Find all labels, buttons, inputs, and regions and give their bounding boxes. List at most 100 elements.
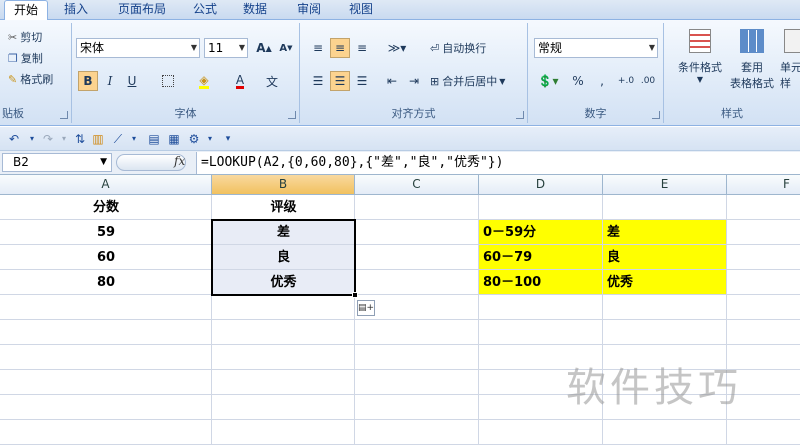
font-name-select[interactable]: 宋体 ▼ <box>76 38 200 58</box>
tab-review[interactable]: 审阅 <box>288 0 330 20</box>
chevron-down-icon[interactable]: ▾ <box>202 131 218 147</box>
tab-view[interactable]: 视图 <box>340 0 382 20</box>
worksheet-grid[interactable]: A B C D E F 分数 评级 59 差 0－59分 差 60 良 60－7… <box>0 175 800 445</box>
fill-color-button[interactable]: ◈ <box>194 71 214 91</box>
cell-d3[interactable]: 60－79 <box>479 245 603 270</box>
form-icon[interactable]: ▤ <box>146 131 162 147</box>
fill-handle[interactable] <box>352 292 358 298</box>
tab-home[interactable]: 开始 <box>4 0 48 21</box>
insert-function-button[interactable]: fx <box>174 154 185 168</box>
cell-e4[interactable]: 优秀 <box>603 270 727 295</box>
align-right-button[interactable]: ☰ <box>352 71 372 91</box>
cell-styles-label-1: 单元 <box>780 61 800 74</box>
accounting-button[interactable]: 💲▾ <box>534 71 562 91</box>
undo-icon[interactable]: ↶ <box>6 131 22 147</box>
column-header-c[interactable]: C <box>355 175 479 195</box>
gridline <box>0 319 800 320</box>
merge-center-button[interactable]: ⊞ 合并后居中 ▼ <box>430 73 505 89</box>
underline-button[interactable]: U <box>122 71 142 91</box>
format-painter-button[interactable]: ✎ 格式刷 <box>8 71 53 87</box>
merge-center-label: 合并后居中 <box>442 75 498 88</box>
tab-page-layout[interactable]: 页面布局 <box>108 0 176 20</box>
cell-e2[interactable]: 差 <box>603 220 727 245</box>
column-header-a[interactable]: A <box>0 175 212 195</box>
decrease-decimal-button[interactable]: .00 <box>638 71 658 91</box>
chevron-down-icon: ▼ <box>499 76 506 86</box>
column-header-f[interactable]: F <box>727 175 800 195</box>
auto-fill-options-icon[interactable]: ▤+ <box>357 300 375 316</box>
font-group: 宋体 ▼ 11 ▼ A ▲ A ▼ B I U ◈ A 文 字体 <box>72 23 300 123</box>
cell-styles-button[interactable]: 单元 样 <box>780 29 800 99</box>
cell-styles-label-2: 样 <box>780 77 791 90</box>
font-color-button[interactable]: A <box>230 71 250 91</box>
increase-indent-button[interactable]: ⇥ <box>404 71 424 91</box>
underline-icon: U <box>127 74 137 88</box>
alignment-launcher-icon[interactable] <box>516 111 524 119</box>
column-header-b[interactable]: B <box>212 175 355 195</box>
align-bottom-button[interactable]: ≡ <box>352 38 372 58</box>
cell-a1[interactable]: 分数 <box>0 195 212 220</box>
print-preview-icon[interactable]: ▦ <box>166 131 182 147</box>
settings-icon[interactable]: ⚙ <box>186 131 202 147</box>
line-chart-icon[interactable]: ⟋ <box>110 131 126 147</box>
font-launcher-icon[interactable] <box>288 111 296 119</box>
chart-icon[interactable]: ▥ <box>90 131 106 147</box>
align-top-button[interactable]: ≡ <box>308 38 328 58</box>
cell-e3[interactable]: 良 <box>603 245 727 270</box>
bold-button[interactable]: B <box>78 71 98 91</box>
cell-b1[interactable]: 评级 <box>212 195 355 220</box>
percent-button[interactable]: % <box>568 71 588 91</box>
chevron-down-icon[interactable]: ▾ <box>56 131 72 147</box>
increase-indent-icon: ⇥ <box>408 74 420 88</box>
conditional-format-button[interactable]: 条件格式 ▼ <box>670 29 730 99</box>
border-button[interactable] <box>158 71 178 91</box>
cell-a3[interactable]: 60 <box>0 245 212 270</box>
number-launcher-icon[interactable] <box>652 111 660 119</box>
customize-toolbar-icon[interactable]: ▾ <box>220 131 236 147</box>
cell-a2[interactable]: 59 <box>0 220 212 245</box>
wrap-text-button[interactable]: ⏎ 自动换行 <box>430 40 486 56</box>
scissors-icon: ✂ <box>8 30 18 44</box>
formula-input[interactable]: =LOOKUP(A2,{0,60,80},{"差","良","优秀"}) <box>196 152 800 174</box>
phonetic-icon: 文 <box>265 74 278 89</box>
chevron-down-icon[interactable]: ▾ <box>24 131 40 147</box>
tab-data[interactable]: 数据 <box>234 0 276 20</box>
fx-icon: fx <box>174 154 186 168</box>
phonetic-button[interactable]: 文 <box>262 71 282 91</box>
format-as-table-button[interactable]: 套用 表格格式 <box>724 29 780 99</box>
chevron-down-icon: ▼ <box>190 43 197 52</box>
decrease-indent-button[interactable]: ⇤ <box>382 71 402 91</box>
column-header-d[interactable]: D <box>479 175 603 195</box>
column-header-e[interactable]: E <box>603 175 727 195</box>
tab-insert[interactable]: 插入 <box>52 0 100 20</box>
orientation-button[interactable]: ≫▾ <box>382 38 412 58</box>
align-bottom-icon: ≡ <box>356 41 368 55</box>
number-format-select[interactable]: 常规 ▼ <box>534 38 658 58</box>
cell-d2[interactable]: 0－59分 <box>479 220 603 245</box>
sort-icon[interactable]: ⇅ <box>72 131 88 147</box>
align-center-button[interactable]: ☰ <box>330 71 350 91</box>
clipboard-launcher-icon[interactable] <box>60 111 68 119</box>
cut-button[interactable]: ✂ 剪切 <box>8 29 42 45</box>
cell-a4[interactable]: 80 <box>0 270 212 295</box>
font-group-label: 字体 <box>174 107 197 120</box>
comma-button[interactable]: , <box>592 71 612 91</box>
align-left-button[interactable]: ☰ <box>308 71 328 91</box>
grow-font-button[interactable]: A ▲ <box>254 38 274 58</box>
increase-decimal-button[interactable]: +.0 <box>616 71 636 91</box>
redo-icon[interactable]: ↷ <box>40 131 56 147</box>
conditional-format-icon <box>689 29 711 53</box>
font-size-select[interactable]: 11 ▼ <box>204 38 248 58</box>
cut-label: 剪切 <box>20 31 43 44</box>
tab-formulas[interactable]: 公式 <box>184 0 226 20</box>
gridline <box>0 344 800 345</box>
cell-d4[interactable]: 80－100 <box>479 270 603 295</box>
quick-access-toolbar: ↶ ▾ ↷ ▾ ⇅ ▥ ⟋ ▾ ▤ ▦ ⚙ ▾ ▾ <box>0 127 800 151</box>
chevron-down-icon[interactable]: ▾ <box>126 131 142 147</box>
shrink-font-button[interactable]: A ▼ <box>276 38 296 58</box>
italic-button[interactable]: I <box>100 71 120 91</box>
align-middle-button[interactable]: ≡ <box>330 38 350 58</box>
copy-button[interactable]: ❐ 复制 <box>8 50 43 66</box>
name-box[interactable]: B2 ▼ <box>2 153 112 172</box>
number-group: 常规 ▼ 💲▾ % , +.0 .00 数字 <box>528 23 664 123</box>
